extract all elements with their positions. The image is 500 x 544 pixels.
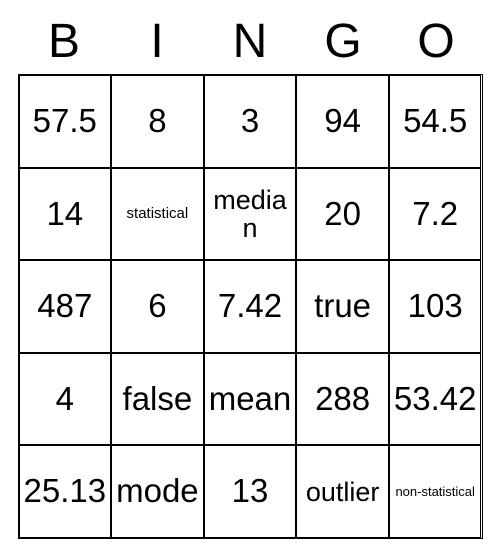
bingo-cell-value: 288 xyxy=(315,382,370,417)
header-n: N xyxy=(204,18,297,66)
bingo-cell-value: 3 xyxy=(241,104,259,139)
header-g: G xyxy=(297,18,390,66)
bingo-cell[interactable]: false xyxy=(111,353,204,446)
bingo-cell-value: 487 xyxy=(37,289,92,324)
bingo-cell-value: mean xyxy=(209,382,292,417)
bingo-cell[interactable]: 7.42 xyxy=(204,260,297,353)
bingo-cell[interactable]: mode xyxy=(111,445,204,538)
bingo-header-row: B I N G O xyxy=(18,18,483,66)
bingo-cell-value: 4 xyxy=(56,382,74,417)
bingo-cell[interactable]: 7.2 xyxy=(389,168,482,261)
bingo-cell[interactable]: 54.5 xyxy=(389,75,482,168)
bingo-card: B I N G O 57.5 8 3 94 54.5 14 statistical media… xyxy=(18,18,483,539)
bingo-cell-value: 57.5 xyxy=(33,104,97,139)
bingo-cell[interactable]: 3 xyxy=(204,75,297,168)
bingo-cell-value: 20 xyxy=(324,197,361,232)
bingo-cell[interactable]: 14 xyxy=(19,168,112,261)
bingo-cell-value: mode xyxy=(116,474,199,509)
bingo-cell-value: median xyxy=(207,186,294,243)
bingo-cell[interactable]: 13 xyxy=(204,445,297,538)
bingo-grid: 57.5 8 3 94 54.5 14 statistical median 20 7.2 487 6… xyxy=(18,74,483,539)
header-i: I xyxy=(111,18,204,66)
bingo-cell-value: statistical xyxy=(127,206,189,222)
bingo-cell-value: 8 xyxy=(148,104,166,139)
bingo-cell[interactable]: true xyxy=(296,260,389,353)
bingo-cell-value: 53.42 xyxy=(394,382,477,417)
bingo-cell-value: false xyxy=(123,382,193,417)
bingo-cell[interactable]: non-statistical xyxy=(389,445,482,538)
bingo-cell[interactable]: 57.5 xyxy=(19,75,112,168)
bingo-cell[interactable]: outlier xyxy=(296,445,389,538)
bingo-cell[interactable]: 103 xyxy=(389,260,482,353)
bingo-cell[interactable]: 20 xyxy=(296,168,389,261)
bingo-cell-value: 14 xyxy=(46,197,83,232)
bingo-cell[interactable]: median xyxy=(204,168,297,261)
bingo-cell-value: 13 xyxy=(232,474,269,509)
bingo-cell[interactable]: 6 xyxy=(111,260,204,353)
bingo-cell[interactable]: 288 xyxy=(296,353,389,446)
bingo-cell-value: true xyxy=(314,289,371,324)
bingo-cell[interactable]: 487 xyxy=(19,260,112,353)
bingo-cell[interactable]: 8 xyxy=(111,75,204,168)
header-o: O xyxy=(390,18,483,66)
bingo-cell[interactable]: mean xyxy=(204,353,297,446)
bingo-cell-value: 94 xyxy=(324,104,361,139)
bingo-cell[interactable]: 25.13 xyxy=(19,445,112,538)
bingo-cell-value: 6 xyxy=(148,289,166,324)
bingo-cell[interactable]: 94 xyxy=(296,75,389,168)
bingo-cell-value: 54.5 xyxy=(403,104,467,139)
bingo-cell-value: outlier xyxy=(306,478,380,506)
bingo-cell-value: 7.2 xyxy=(412,197,458,232)
bingo-cell[interactable]: 53.42 xyxy=(389,353,482,446)
bingo-cell[interactable]: 4 xyxy=(19,353,112,446)
bingo-cell-value: 7.42 xyxy=(218,289,282,324)
bingo-cell-value: 103 xyxy=(408,289,463,324)
bingo-cell-value: non-statistical xyxy=(395,485,474,499)
bingo-cell[interactable]: statistical xyxy=(111,168,204,261)
bingo-cell-value: 25.13 xyxy=(24,474,107,509)
header-b: B xyxy=(18,18,111,66)
